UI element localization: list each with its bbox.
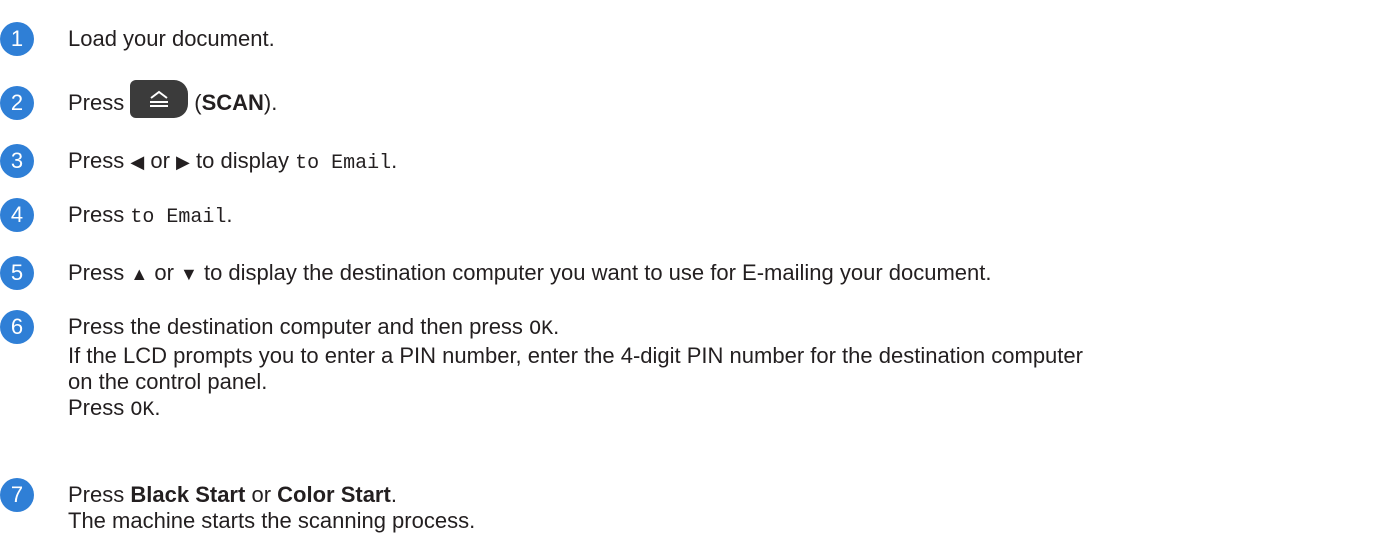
left-arrow-icon: ◀ (130, 152, 145, 172)
period: . (391, 148, 398, 173)
ok-key: OK (529, 318, 554, 341)
or-word: or (150, 148, 170, 173)
or-word: or (251, 482, 272, 507)
period: . (226, 202, 233, 227)
ok-key: OK (130, 399, 155, 422)
press-word: Press (68, 202, 125, 227)
step-1-text: Load your document. (68, 26, 275, 51)
down-arrow-icon: ▼ (180, 264, 198, 284)
step-6-line-2: If the LCD prompts you to enter a PIN nu… (68, 343, 1083, 368)
color-start-key: Color Start (277, 482, 391, 507)
instruction-document: 1 Load your document. 2 Press (SCAN). 3 P… (0, 0, 1397, 552)
scan-button-image (130, 80, 189, 119)
right-arrow-icon: ▶ (176, 152, 190, 172)
step-6-line-3: on the control panel. (68, 369, 268, 394)
to-display-text: to display (196, 148, 289, 173)
black-start-key: Black Start (130, 482, 246, 507)
step-number-badge: 6 (0, 310, 34, 344)
press-word: Press (68, 482, 125, 507)
press-word: Press (68, 260, 125, 285)
period: . (154, 395, 161, 420)
step-text: Press to Email. (68, 202, 233, 231)
step-number-badge: 4 (0, 198, 34, 232)
or-word: or (154, 260, 174, 285)
paren-open: ( (194, 90, 202, 115)
step-text: Press (SCAN). (68, 80, 278, 119)
lcd-option: to Email (130, 206, 227, 229)
step-number-badge: 5 (0, 256, 34, 290)
step-number-badge: 1 (0, 22, 34, 56)
press-word: Press (68, 395, 125, 420)
step-number-badge: 7 (0, 478, 34, 512)
step-text: Press ◀ or ▶ to display to Email. (68, 148, 397, 177)
step-5-rest: to display the destination computer you … (203, 260, 992, 285)
step-text: Press the destination computer and then … (68, 314, 1083, 424)
step-number-badge: 3 (0, 144, 34, 178)
scan-icon (150, 90, 169, 108)
step-text: Press ▲ or ▼ to display the destination … (68, 260, 992, 287)
step-6-line-1: Press the destination computer and then … (68, 314, 1083, 343)
press-word: Press (68, 148, 125, 173)
step-7-line-2: The machine starts the scanning process. (68, 508, 476, 533)
scan-label: SCAN (201, 90, 264, 115)
lcd-option: to Email (295, 152, 392, 175)
step-number-badge: 2 (0, 86, 34, 120)
period: . (390, 482, 397, 507)
step-text: Press Black Start or Color Start. The ma… (68, 482, 475, 534)
up-arrow-icon: ▲ (130, 264, 149, 284)
paren-close: ). (263, 90, 278, 115)
step-6-line-1-text: Press the destination computer and then … (68, 314, 523, 339)
step-7-line-1: Press Black Start or Color Start. (68, 482, 475, 508)
press-word: Press (68, 90, 125, 115)
step-6-line-4: Press OK. (68, 395, 1083, 424)
step-text: Load your document. (68, 26, 275, 52)
period: . (553, 314, 560, 339)
